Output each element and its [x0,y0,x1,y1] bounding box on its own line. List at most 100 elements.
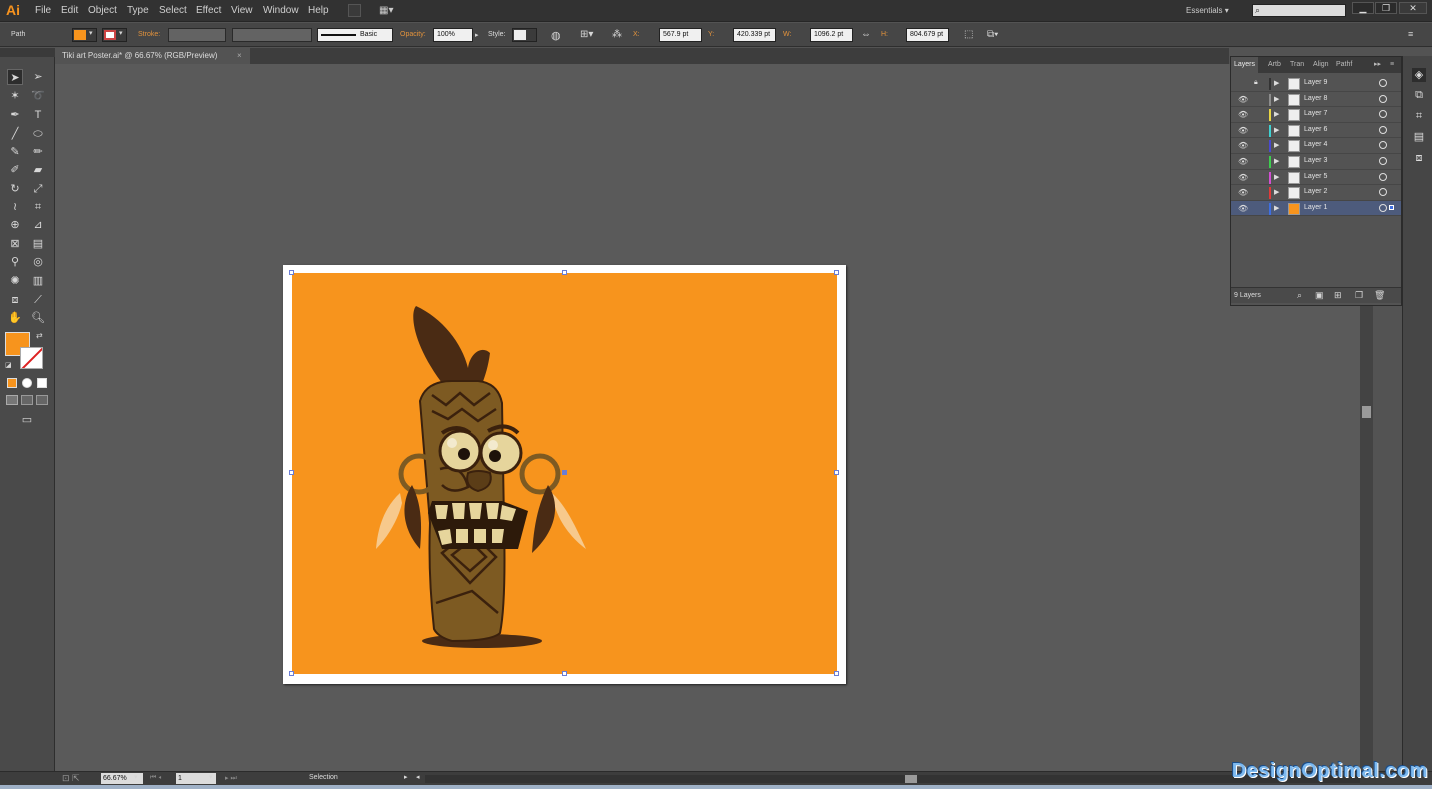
blob-brush-tool-icon[interactable]: ✐ [7,162,23,178]
x-field[interactable]: 567.9 pt [659,28,702,42]
target-circle-icon[interactable] [1379,203,1387,212]
close-window-button[interactable]: ✕ [1399,2,1427,14]
zoom-tool-icon[interactable]: 🔍︎ [30,310,46,326]
opacity-arrow-icon[interactable]: ▸ [475,31,479,39]
menu-object[interactable]: Object [88,5,117,16]
tab-layers[interactable]: Layers [1231,57,1259,73]
menu-select[interactable]: Select [159,5,187,16]
menu-type[interactable]: Type [127,5,149,16]
layer-row[interactable]: 👁︎ ▶ Layer 5 [1231,170,1401,186]
expand-triangle-icon[interactable]: ▶ [1274,110,1279,118]
target-circle-icon[interactable] [1379,141,1387,150]
opacity-field[interactable]: 100% [433,28,473,42]
target-circle-icon[interactable] [1379,172,1387,181]
menu-file[interactable]: File [35,5,51,16]
layer-row[interactable]: 👁︎ ▶ Layer 1 [1231,200,1401,217]
horizontal-scroll-thumb[interactable] [905,775,917,783]
gradient-tool-icon[interactable]: ▤ [30,236,46,252]
expand-triangle-icon[interactable]: ▶ [1274,95,1279,103]
tab-artboards[interactable]: Artb [1265,57,1284,73]
vertical-scroll-thumb[interactable] [1362,406,1371,418]
bbox-handle-top-right[interactable] [834,270,839,275]
free-transform-tool-icon[interactable]: ⌗ [30,199,46,215]
direct-selection-tool-icon[interactable]: ➢ [30,69,46,85]
tab-align[interactable]: Align [1310,57,1332,73]
layer-row[interactable]: 👁︎ ▶ Layer 7 [1231,107,1401,123]
bbox-handle-bottom-right[interactable] [834,671,839,676]
tab-transform[interactable]: Tran [1287,57,1307,73]
minimize-button[interactable]: ▁ [1352,2,1374,14]
target-circle-icon[interactable] [1379,79,1387,87]
menu-help[interactable]: Help [308,5,329,16]
mesh-tool-icon[interactable]: ⊠ [7,236,23,252]
reference-point-icon[interactable]: ⁂ [612,29,622,40]
selection-tool-icon[interactable]: ➤ [7,69,23,85]
paintbrush-tool-icon[interactable]: ✎ [7,144,23,160]
bbox-handle-right[interactable] [834,470,839,475]
artboard-nav-prev-icons[interactable]: ⏮ ◂ [150,774,161,782]
visibility-eye-icon[interactable]: 👁︎ [1238,157,1248,166]
bbox-handle-bottom[interactable] [562,671,567,676]
layer-row[interactable]: 🔒︎ ▶ Layer 9 [1231,76,1401,92]
scale-tool-icon[interactable]: ⤢ [30,181,46,197]
hscroll-left-arrow[interactable]: ◂ [416,773,420,781]
blend-tool-icon[interactable]: ◎ [30,254,46,270]
visibility-eye-icon[interactable]: 👁︎ [1238,141,1248,150]
draw-inside-button[interactable] [36,395,48,405]
default-colors-icon[interactable]: ◪ [5,361,12,369]
bbox-handle-top-left[interactable] [289,270,294,275]
artboard-tool-icon[interactable]: ⧈ [7,292,23,308]
locate-object-icon[interactable]: ⌕ [1297,290,1302,301]
visibility-eye-icon[interactable]: 👁︎ [1238,173,1248,182]
pathfinder-panel-icon[interactable]: ⧈ [1412,151,1426,165]
hand-tool-icon[interactable]: ✋ [7,310,23,326]
lock-icon[interactable]: 🔒︎ [1254,79,1258,87]
layers-panel-icon[interactable]: ◈ [1412,68,1426,82]
h-field[interactable]: 804.679 pt [906,28,949,42]
expand-triangle-icon[interactable]: ▶ [1274,173,1279,181]
transform-icon[interactable]: ⬚ [964,29,973,40]
column-graph-tool-icon[interactable]: ▥ [30,273,46,289]
bbox-handle-top[interactable] [562,270,567,275]
eyedropper-tool-icon[interactable]: ⚲ [7,254,23,270]
artboard-dropdown-icon[interactable]: ▾ [209,773,213,781]
recolor-artwork-icon[interactable]: ◍ [551,29,561,42]
restore-button[interactable]: ❐ [1375,2,1397,14]
style-dropdown[interactable] [512,28,537,42]
workspace-switcher[interactable]: Essentials ▾ [1186,6,1229,15]
stroke-swatch-large[interactable] [20,347,43,369]
target-circle-icon[interactable] [1379,157,1387,165]
swap-colors-icon[interactable]: ⇄ [36,331,43,340]
menu-edit[interactable]: Edit [61,5,78,16]
visibility-eye-icon[interactable]: 👁︎ [1238,110,1248,119]
delete-layer-icon[interactable]: 🗑︎ [1374,290,1385,301]
close-tab-icon[interactable]: × [237,48,242,64]
expand-triangle-icon[interactable]: ▶ [1274,157,1279,165]
bbox-handle-left[interactable] [289,470,294,475]
draw-behind-button[interactable] [21,395,33,405]
type-tool-icon[interactable]: T [30,107,46,123]
constrain-proportions-icon[interactable]: ⇔ [861,29,871,40]
y-field[interactable]: 420.339 pt [733,28,776,42]
none-mode-button[interactable] [37,378,47,388]
visibility-eye-icon[interactable]: 👁︎ [1238,204,1248,213]
brush-definition-dropdown[interactable]: Basic [317,28,393,42]
document-tab[interactable]: Tiki art Poster.ai* @ 66.67% (RGB/Previe… [55,48,250,64]
color-mode-button[interactable] [7,378,17,388]
panel-menu-icon[interactable]: ≡ [1408,29,1413,39]
fill-color-control[interactable]: ▾ [72,28,97,42]
layer-row[interactable]: 👁︎ ▶ Layer 4 [1231,138,1401,154]
rotate-tool-icon[interactable]: ↻ [7,181,23,197]
align-panel-icon[interactable]: ▤ [1412,130,1426,144]
width-tool-icon[interactable]: ≀ [7,199,23,215]
eraser-tool-icon[interactable]: ▰ [30,162,46,178]
layer-row[interactable]: 👁︎ ▶ Layer 3 [1231,154,1401,170]
stroke-weight-dropdown[interactable] [168,28,226,42]
expand-triangle-icon[interactable]: ▶ [1274,188,1279,196]
symbol-sprayer-tool-icon[interactable]: ✺ [7,273,23,289]
visibility-eye-icon[interactable]: 👁︎ [1238,126,1248,135]
draw-normal-button[interactable] [6,395,18,405]
artboard-nav-next-icons[interactable]: ▸ ⏭ [225,774,237,783]
line-tool-icon[interactable]: ╱ [7,126,23,142]
arrange-documents-icon[interactable]: ▦▾ [379,5,399,16]
